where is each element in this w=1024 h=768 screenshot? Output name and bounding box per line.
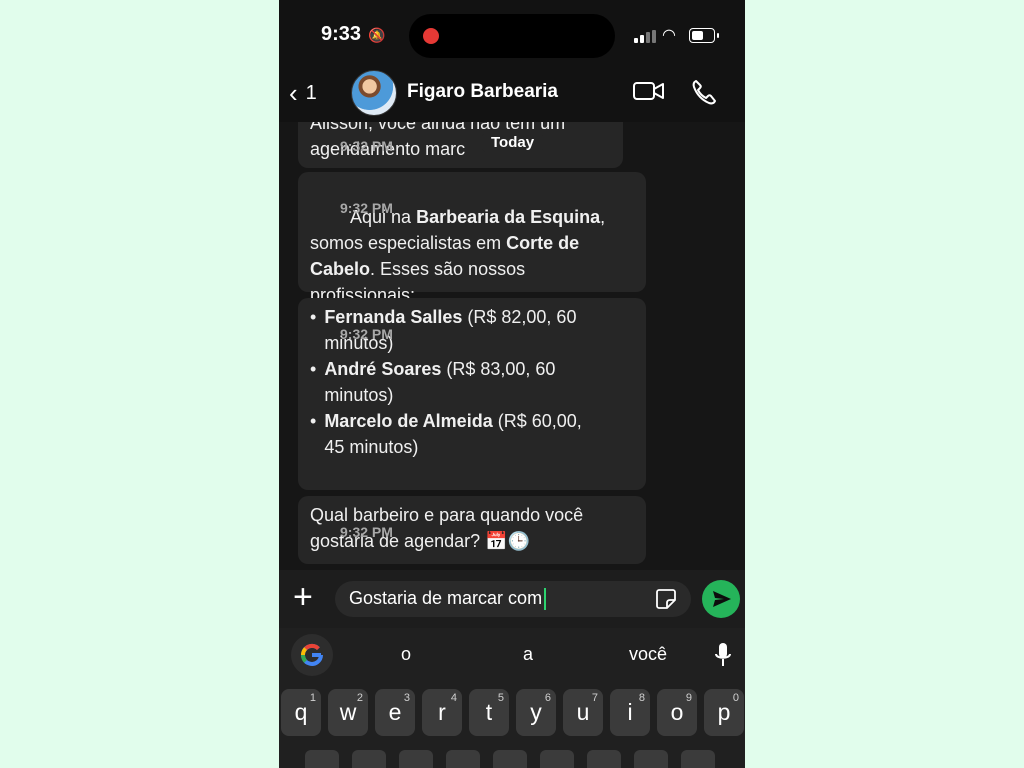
key-o[interactable]: o9	[657, 689, 697, 736]
key-i[interactable]: i8	[610, 689, 650, 736]
phone-screen: 9:33 🔕 ◠ ‹ 1 Figaro Barbearia Alisson, v…	[279, 0, 745, 768]
message-time: 9:32 PM	[340, 326, 393, 342]
date-chip: Today	[481, 132, 545, 153]
message-bubble[interactable]: Qual barbeiro e para quando você gostari…	[298, 496, 646, 564]
key-y[interactable]: y6	[516, 689, 556, 736]
message-bubble[interactable]: • Fernanda Salles (R$ 82,00, 60 minutos) …	[298, 298, 646, 490]
key-p[interactable]: p0	[704, 689, 744, 736]
phone-call-icon[interactable]	[690, 78, 718, 106]
google-icon[interactable]	[291, 634, 333, 676]
wifi-icon: ◠	[662, 27, 676, 44]
unread-count: 1	[305, 82, 317, 104]
status-bar: 9:33 🔕 ◠	[279, 0, 745, 72]
key-q[interactable]: q1	[281, 689, 321, 736]
message-input-value: Gostaria de marcar com	[349, 588, 543, 608]
key-e[interactable]: e3	[375, 689, 415, 736]
message-time: 9:32 PM	[340, 200, 393, 216]
send-icon	[713, 591, 731, 607]
message-time: 9:32 PM	[340, 138, 393, 154]
message-composer: + Gostaria de marcar com	[279, 570, 745, 628]
message-time: 9:32 PM	[340, 524, 393, 540]
microphone-icon[interactable]	[714, 642, 732, 668]
dynamic-island	[409, 14, 615, 58]
key-r[interactable]: r4	[422, 689, 462, 736]
send-button[interactable]	[702, 580, 740, 618]
suggestion-item[interactable]: o	[401, 644, 411, 665]
keyboard-row-partial	[279, 750, 745, 768]
chevron-left-icon: ‹	[289, 78, 298, 108]
battery-icon	[689, 28, 719, 43]
suggestion-item[interactable]: a	[523, 644, 533, 665]
signal-icon	[634, 30, 656, 43]
recording-dot-icon	[423, 28, 439, 44]
key-t[interactable]: t5	[469, 689, 509, 736]
key-w[interactable]: w2	[328, 689, 368, 736]
message-input[interactable]: Gostaria de marcar com	[335, 581, 691, 617]
video-call-icon[interactable]	[633, 80, 665, 102]
message-bubble[interactable]: Alisson, você ainda não tem um agendamen…	[298, 122, 623, 168]
back-button[interactable]: ‹ 1	[289, 78, 317, 109]
silent-bell-icon: 🔕	[368, 27, 386, 43]
message-list[interactable]: Alisson, você ainda não tem um agendamen…	[279, 122, 745, 570]
suggestion-item[interactable]: você	[629, 644, 667, 665]
attach-plus-icon[interactable]: +	[293, 580, 313, 614]
status-time: 9:33	[321, 23, 362, 45]
text-cursor	[544, 588, 547, 611]
avatar[interactable]	[351, 70, 397, 116]
keyboard: o a você q1 w2 e3 r4 t5 y6 u7 i8 o9 p0	[279, 628, 745, 768]
chat-header: ‹ 1 Figaro Barbearia	[279, 70, 745, 122]
message-bubble[interactable]: Aqui na Barbearia da Esquina, somos espe…	[298, 172, 646, 305]
chat-title[interactable]: Figaro Barbearia	[407, 81, 558, 103]
key-u[interactable]: u7	[563, 689, 603, 736]
sticker-icon[interactable]	[655, 588, 677, 610]
